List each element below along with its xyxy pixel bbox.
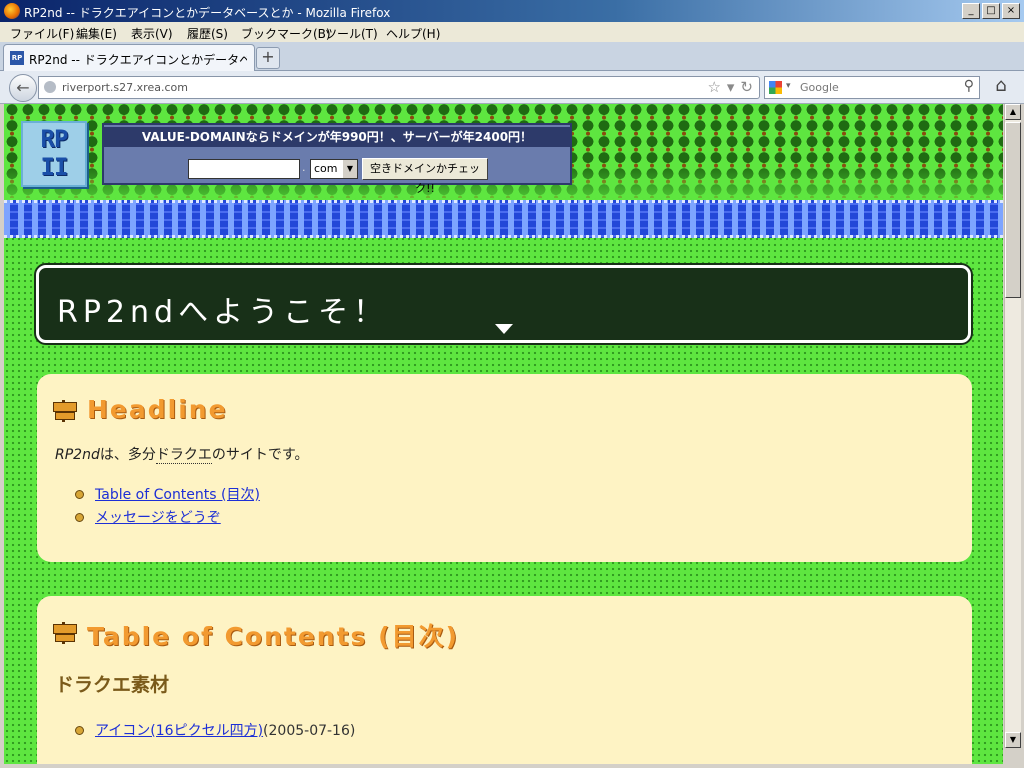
globe-icon bbox=[44, 81, 56, 93]
scroll-down-icon[interactable]: ▼ bbox=[1005, 732, 1021, 748]
headline-intro: RP2ndは、多分ドラクエのサイトです。 bbox=[55, 447, 309, 464]
signpost-icon bbox=[53, 400, 77, 422]
home-button[interactable]: ⌂ bbox=[990, 75, 1012, 97]
toc-link[interactable]: Table of Contents (目次) bbox=[95, 484, 260, 504]
tld-select[interactable]: com ▼ bbox=[310, 159, 358, 179]
page-viewport: RP II VALUE-DOMAINならドメインが年990円！、サーバーが年24… bbox=[4, 104, 1003, 764]
dq-abbr: ドラクエ bbox=[155, 447, 212, 464]
back-button[interactable]: ← bbox=[9, 74, 37, 102]
domain-ad-box: VALUE-DOMAINならドメインが年990円！、サーバーが年2400円！ .… bbox=[102, 123, 572, 195]
river-strip bbox=[4, 200, 1003, 238]
headline-panel: Headline RP2ndは、多分ドラクエのサイトです。 Table of C… bbox=[37, 374, 972, 562]
bullet-icon bbox=[75, 490, 84, 499]
tab-strip: RP RP2nd -- ドラクエアイコンとかデータベースとか + bbox=[0, 42, 1024, 71]
url-bar[interactable]: riverport.s27.xrea.com ☆ ▾ ↻ bbox=[38, 76, 760, 99]
bullet-icon bbox=[75, 513, 84, 522]
message-cursor-icon bbox=[495, 324, 513, 334]
icon-page-link[interactable]: アイコン(16ピクセル四方) bbox=[95, 723, 263, 739]
update-date: (2005-07-16) bbox=[263, 723, 356, 739]
headline-title: Headline bbox=[87, 395, 228, 424]
window-title: RP2nd -- ドラクエアイコンとかデータベースとか - Mozilla Fi… bbox=[24, 6, 391, 20]
minimize-button[interactable]: _ bbox=[962, 3, 980, 19]
ad-title-link[interactable]: VALUE-DOMAINならドメインが年990円！、サーバーが年2400円！ bbox=[142, 130, 532, 144]
toc-panel: Table of Contents (目次) ドラクエ素材 アイコン(16ピクセ… bbox=[37, 596, 972, 764]
check-domain-button[interactable]: 空きドメインかチェック!! bbox=[362, 158, 488, 195]
toc-title: Table of Contents (目次) bbox=[87, 622, 459, 651]
domain-dot: . bbox=[302, 161, 306, 174]
bookmark-star-icon[interactable]: ☆ bbox=[707, 78, 720, 96]
menu-edit[interactable]: 編集(E) bbox=[76, 25, 117, 42]
menu-file[interactable]: ファイル(F) bbox=[10, 25, 74, 42]
message-link[interactable]: メッセージをどうぞ bbox=[95, 507, 221, 527]
new-tab-button[interactable]: + bbox=[256, 47, 280, 69]
domain-input[interactable] bbox=[188, 159, 300, 179]
scroll-thumb[interactable] bbox=[1005, 122, 1021, 298]
bullet-icon bbox=[75, 726, 84, 735]
scroll-up-icon[interactable]: ▲ bbox=[1005, 104, 1021, 120]
url-text: riverport.s27.xrea.com bbox=[62, 81, 188, 94]
maximize-button[interactable]: □ bbox=[982, 3, 1000, 19]
favicon-icon: RP bbox=[10, 51, 24, 65]
search-bar[interactable]: ▾ Google ⚲ bbox=[764, 76, 980, 99]
tab-label: RP2nd -- ドラクエアイコンとかデータベースとか bbox=[29, 53, 247, 67]
menu-bookmarks[interactable]: ブックマーク(B) bbox=[241, 25, 331, 42]
select-arrow-icon: ▼ bbox=[343, 160, 357, 178]
magnifier-icon[interactable]: ⚲ bbox=[964, 78, 974, 94]
close-button[interactable]: × bbox=[1002, 3, 1020, 19]
google-icon[interactable] bbox=[769, 81, 782, 94]
menu-tools[interactable]: ツール(T) bbox=[325, 25, 378, 42]
menu-history[interactable]: 履歴(S) bbox=[187, 25, 228, 42]
site-logo[interactable]: RP II bbox=[21, 121, 87, 187]
navigation-bar: ← riverport.s27.xrea.com ☆ ▾ ↻ ▾ Google … bbox=[0, 71, 1024, 104]
toc-section-heading: ドラクエ素材 bbox=[55, 674, 170, 696]
welcome-box: RP2ndへようこそ！ bbox=[36, 265, 971, 343]
vertical-scrollbar[interactable]: ▲ ▼ bbox=[1004, 104, 1021, 748]
search-placeholder: Google bbox=[800, 81, 839, 94]
status-bar bbox=[0, 764, 1024, 768]
history-dropdown-icon[interactable]: ▾ bbox=[727, 78, 735, 96]
firefox-icon bbox=[4, 3, 20, 19]
welcome-text: RP2ndへようこそ！ bbox=[57, 295, 389, 330]
search-engine-dropdown-icon[interactable]: ▾ bbox=[786, 81, 791, 91]
signpost-icon bbox=[53, 622, 77, 644]
menu-view[interactable]: 表示(V) bbox=[131, 25, 173, 42]
menu-help[interactable]: ヘルプ(H) bbox=[386, 25, 440, 42]
tab-rp2nd[interactable]: RP RP2nd -- ドラクエアイコンとかデータベースとか bbox=[3, 44, 255, 71]
reload-icon[interactable]: ↻ bbox=[740, 78, 753, 96]
menu-bar: ファイル(F) 編集(E) 表示(V) 履歴(S) ブックマーク(B) ツール(… bbox=[0, 22, 1024, 42]
window-title-bar: RP2nd -- ドラクエアイコンとかデータベースとか - Mozilla Fi… bbox=[0, 0, 1024, 22]
